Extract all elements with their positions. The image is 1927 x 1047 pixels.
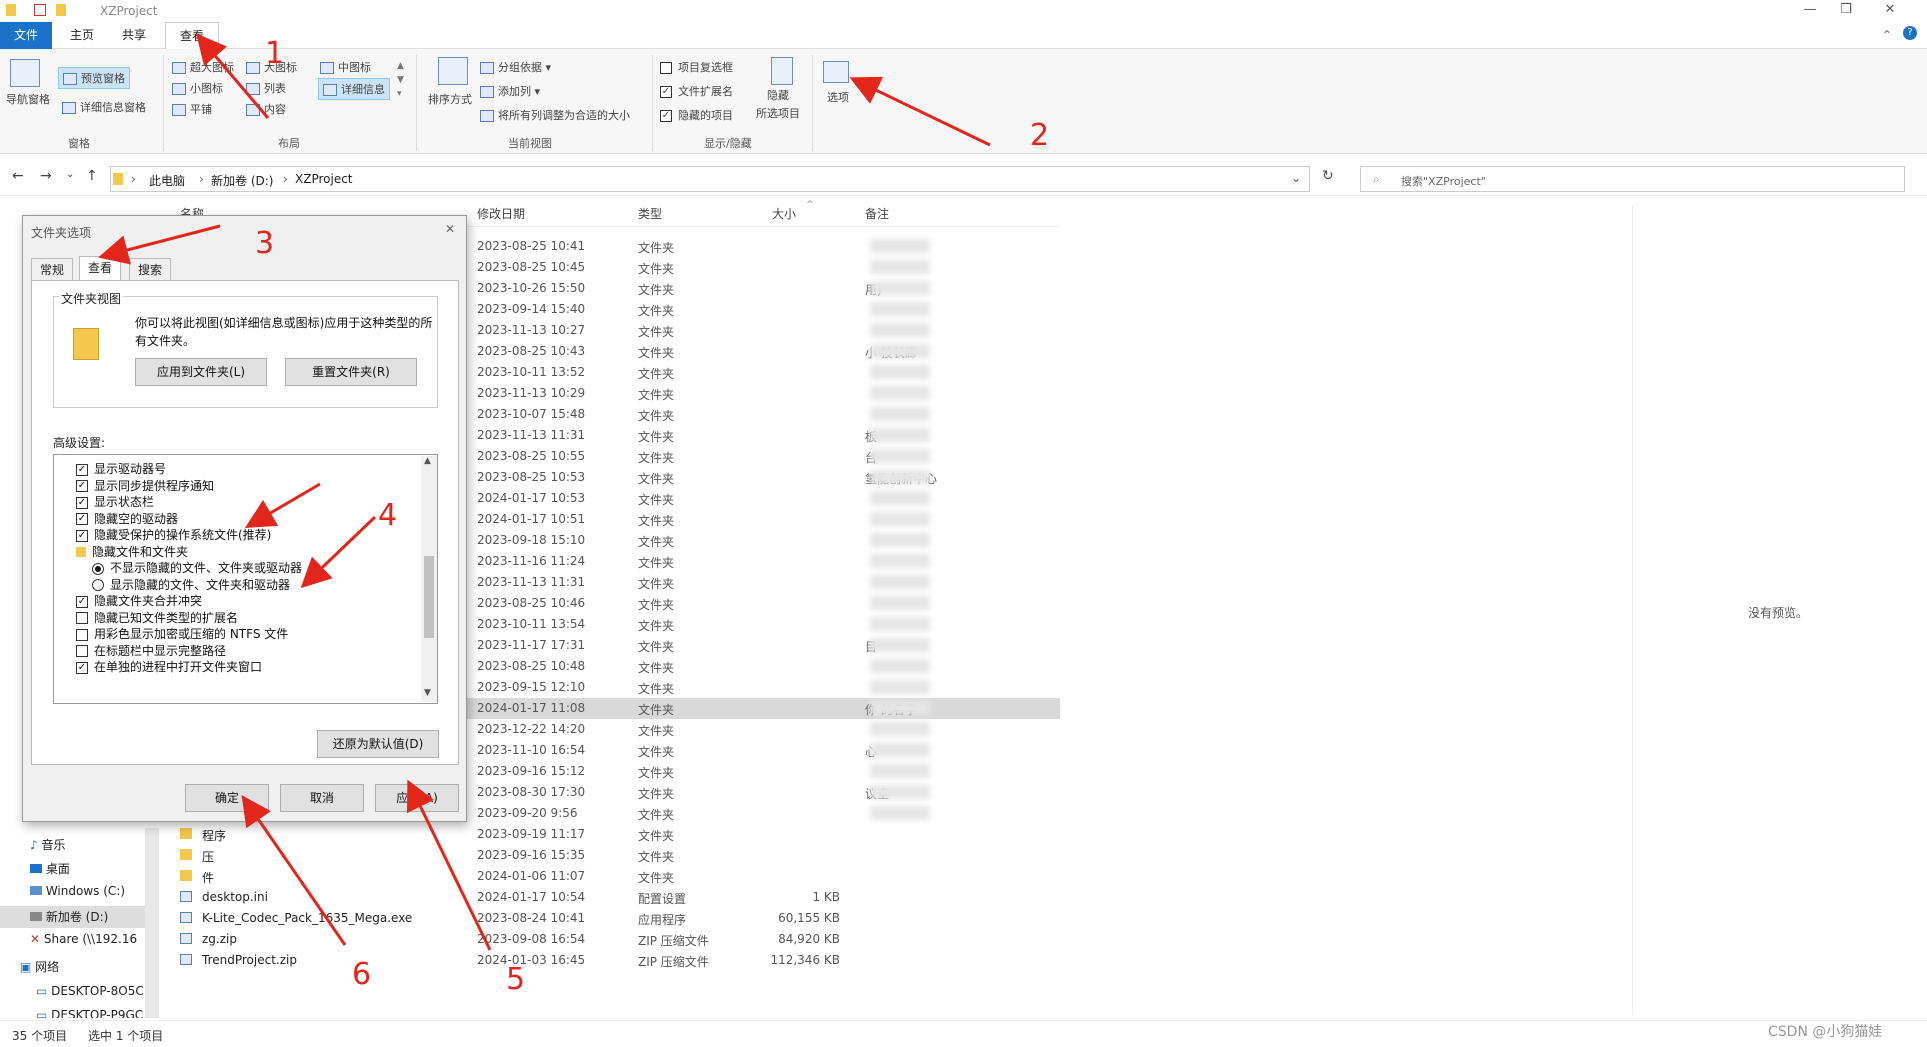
arrow-6 [241, 795, 347, 946]
annotation-4: 4 [378, 498, 398, 533]
annotation-3: 3 [255, 226, 275, 261]
arrow-4b [300, 515, 377, 589]
annotation-2: 2 [1030, 118, 1050, 153]
annotation-5: 5 [506, 962, 526, 997]
annotation-6: 6 [352, 957, 372, 992]
annotation-arrows [98, 33, 991, 951]
annotation-1: 1 [265, 36, 285, 71]
arrow-5 [406, 779, 492, 951]
arrow-3 [98, 224, 221, 265]
arrow-4a [244, 482, 321, 529]
arrow-1 [196, 33, 270, 119]
arrow-2 [849, 76, 991, 147]
